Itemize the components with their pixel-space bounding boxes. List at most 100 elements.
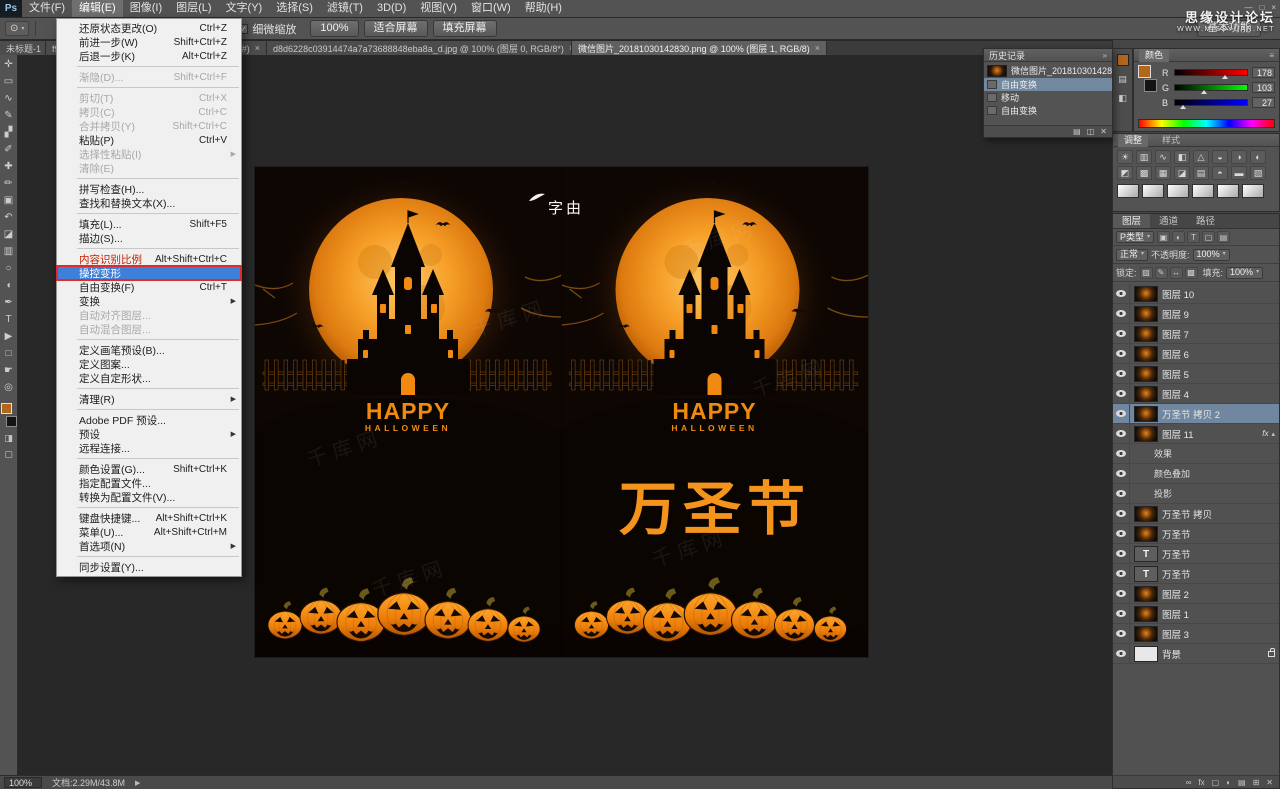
style-swatch[interactable] [1192, 184, 1214, 198]
tab-close-icon[interactable]: × [255, 43, 260, 53]
panel-tab[interactable]: 样式 [1156, 134, 1186, 147]
fill-screen-button[interactable]: 填充屏幕 [432, 20, 497, 37]
layers-dock-tab[interactable]: 通道 [1150, 214, 1187, 228]
layers-dock-tab[interactable]: 路径 [1187, 214, 1224, 228]
layer-visibility-toggle[interactable] [1113, 603, 1130, 624]
layer-visibility-toggle[interactable] [1113, 443, 1130, 464]
history-state-row[interactable]: 微信图片_20181030142830.png [984, 63, 1112, 78]
layer-visibility-toggle[interactable] [1113, 303, 1130, 324]
layer-style-icon[interactable]: fx [1198, 778, 1204, 787]
new-layer-icon[interactable]: ⊞ [1253, 778, 1260, 787]
menu-item[interactable]: 定义图案... [57, 357, 241, 371]
photo-filter-icon[interactable]: ◩ [1117, 166, 1133, 180]
new-doc-from-state-icon[interactable]: ▤ [1073, 127, 1081, 136]
layer-row[interactable]: 颜色叠加 [1113, 463, 1279, 484]
menubar-item[interactable]: 滤镜(T) [320, 0, 370, 17]
menu-item[interactable]: 填充(L)... Shift+F5 [57, 217, 241, 231]
layer-visibility-toggle[interactable] [1113, 343, 1130, 364]
layer-visibility-toggle[interactable] [1113, 284, 1130, 304]
layer-row[interactable]: 图层 5 [1113, 363, 1279, 384]
color-balance-icon[interactable]: ◑ [1231, 150, 1247, 164]
color-lookup-icon[interactable]: ▦ [1155, 166, 1171, 180]
menu-item[interactable]: 定义画笔预设(B)... [57, 343, 241, 357]
layer-row[interactable]: 万圣节 [1113, 543, 1279, 564]
styles-panel-icon[interactable]: ◧ [1118, 93, 1127, 104]
menu-item[interactable]: 拼写检查(H)... [57, 182, 241, 196]
posterize-icon[interactable]: ▤ [1193, 166, 1209, 180]
channel-slider[interactable] [1174, 69, 1248, 79]
layer-row[interactable]: 图层 7 [1113, 323, 1279, 344]
channel-value-field[interactable]: 178 [1252, 67, 1275, 78]
menubar-item[interactable]: 图层(L) [169, 0, 218, 17]
layer-thumbnail[interactable] [1134, 385, 1158, 402]
blur-tool[interactable]: ○ [0, 260, 18, 277]
menubar-item[interactable]: 窗口(W) [464, 0, 518, 17]
layer-thumbnail[interactable] [1134, 525, 1158, 542]
menu-item[interactable]: 指定配置文件... [57, 476, 241, 490]
layer-thumbnail[interactable] [1134, 625, 1158, 642]
menu-item[interactable]: Adobe PDF 预设... [57, 413, 241, 427]
menu-item[interactable]: 查找和替换文本(X)... [57, 196, 241, 210]
status-options-arrow-icon[interactable]: ▶ [135, 779, 140, 787]
layer-thumbnail[interactable] [1134, 605, 1158, 622]
layer-visibility-toggle[interactable] [1113, 423, 1130, 444]
curves-icon[interactable]: ∿ [1155, 150, 1171, 164]
layer-visibility-toggle[interactable] [1113, 323, 1130, 344]
fit-screen-button[interactable]: 适合屏幕 [363, 20, 428, 37]
layer-visibility-toggle[interactable] [1113, 523, 1130, 544]
eyedropper-tool[interactable]: ✐ [0, 141, 18, 158]
layer-row[interactable]: 万圣节 [1113, 563, 1279, 584]
menu-item[interactable]: 同步设置(Y)... [57, 560, 241, 574]
layer-visibility-toggle[interactable] [1113, 463, 1130, 484]
channel-slider[interactable] [1174, 99, 1248, 109]
zoom-tool[interactable]: ◎ [0, 379, 18, 396]
menu-item[interactable]: 内容识别比例 Alt+Shift+Ctrl+C [57, 252, 241, 266]
panel-menu-icon[interactable]: ≡ [1269, 51, 1274, 60]
style-swatch[interactable] [1242, 184, 1264, 198]
delete-layer-icon[interactable]: ✕ [1266, 778, 1273, 787]
channel-value-field[interactable]: 103 [1252, 82, 1275, 93]
type-tool[interactable]: T [0, 311, 18, 328]
layer-visibility-toggle[interactable] [1113, 503, 1130, 524]
style-swatch[interactable] [1217, 184, 1239, 198]
layer-row[interactable]: 背景 [1113, 643, 1279, 664]
layer-row[interactable]: 图层 6 [1113, 343, 1279, 364]
menu-item[interactable]: 合并拷贝(Y) Shift+Ctrl+C [57, 119, 241, 133]
levels-icon[interactable]: ▥ [1136, 150, 1152, 164]
background-color-swatch[interactable] [5, 416, 17, 427]
menu-item[interactable]: 清除(E) [57, 161, 241, 175]
menubar-item[interactable]: 文件(F) [22, 0, 72, 17]
layer-row[interactable]: 投影 [1113, 483, 1279, 504]
history-brush-tool[interactable]: ↶ [0, 209, 18, 226]
tab-color[interactable]: 颜色 [1139, 48, 1170, 62]
layer-row[interactable]: 图层 3 [1113, 623, 1279, 644]
color-ramp[interactable] [1138, 119, 1275, 128]
layer-visibility-toggle[interactable] [1113, 363, 1130, 384]
document-tab[interactable]: 未标题-1 × [0, 41, 46, 55]
slider-thumb-icon[interactable] [1179, 105, 1186, 109]
foreground-color-swatch[interactable] [0, 403, 12, 414]
zoom-level-field[interactable]: 100% [4, 777, 42, 788]
hand-tool[interactable]: ☛ [0, 362, 18, 379]
background-color-swatch[interactable] [1144, 79, 1157, 92]
tab-close-icon[interactable]: × [815, 43, 820, 53]
workspace-switcher-button[interactable]: 基本功能 [1197, 20, 1261, 37]
black-white-icon[interactable]: ◐ [1250, 150, 1266, 164]
brightness-contrast-icon[interactable]: ☀ [1117, 150, 1133, 164]
window-control-button[interactable]: × [1271, 0, 1276, 16]
opacity-field[interactable]: 100% ▾ [1192, 248, 1230, 261]
menu-item[interactable]: 粘贴(P) Ctrl+V [57, 133, 241, 147]
layer-thumbnail[interactable] [1134, 545, 1158, 562]
window-control-button[interactable]: — [1244, 0, 1252, 16]
history-state-row[interactable]: 自由变换 [984, 78, 1112, 91]
menu-item[interactable]: 后退一步(K) Alt+Ctrl+Z [57, 49, 241, 63]
layer-thumbnail[interactable] [1134, 325, 1158, 342]
layer-row[interactable]: 图层 11 fx ▴ [1113, 423, 1279, 444]
document-tab[interactable]: d8d6228c03914474a7a73688848eba8a_d.jpg @… [267, 41, 573, 55]
layer-visibility-toggle[interactable] [1113, 403, 1130, 424]
menu-item[interactable]: 前进一步(W) Shift+Ctrl+Z [57, 35, 241, 49]
lasso-tool[interactable]: ∿ [0, 90, 18, 107]
adjustment-layer-icon[interactable]: ◐ [1226, 778, 1231, 787]
menu-item[interactable]: 自动对齐图层... [57, 308, 241, 322]
color-panel-icon[interactable] [1116, 54, 1129, 66]
